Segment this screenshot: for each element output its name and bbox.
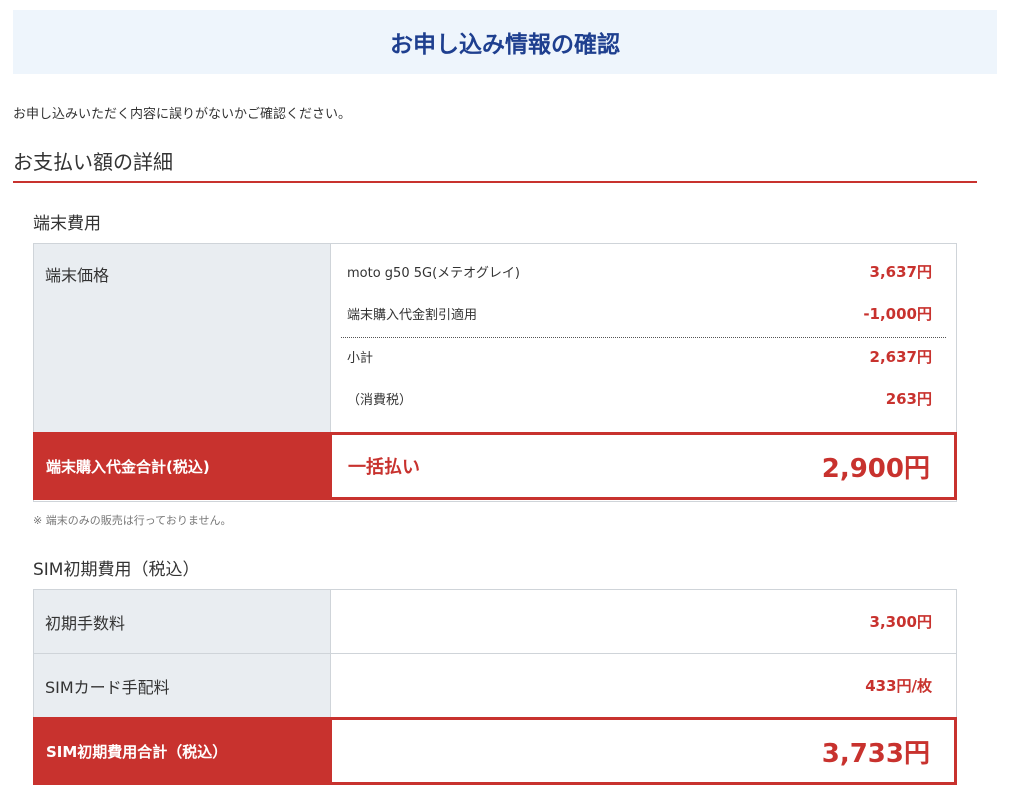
section-divider [13,181,977,183]
sim-total-label: SIM初期費用合計（税込） [36,720,332,782]
subtotal-divider [341,337,946,338]
sim-fee-row: 初期手数料 3,300円 [34,590,956,654]
sim-cost-table: 初期手数料 3,300円 SIMカード手配料 433円/枚 SIM初期費用合計（… [33,589,957,785]
section-heading-payment-details: お支払い額の詳細 [13,150,173,174]
sim-total-value: 3,733円 [332,720,954,782]
page-title: お申し込み情報の確認 [390,32,620,58]
sim-total-amount: 3,733円 [821,738,930,769]
price-line-subtotal: 小計 2,637円 [347,346,932,367]
device-total-label: 端末購入代金合計(税込) [36,435,332,497]
initial-fee-value-cell: 3,300円 [331,590,956,653]
sim-card-fee-label: SIMカード手配料 [34,654,331,717]
tax-label: （消費税） [347,393,413,408]
device-total-amount: 2,900円 [821,453,930,484]
discount-price: -1,000円 [863,305,932,323]
payment-method: 一括払い [348,457,420,478]
device-total-row: 端末購入代金合計(税込) 一括払い 2,900円 [33,432,957,500]
application-confirmation-page: お申し込み情報の確認 お申し込みいただく内容に誤りがないかご確認ください。 お支… [0,0,1017,806]
device-price-breakdown: moto g50 5G(メテオグレイ) 3,637円 端末購入代金割引適用 -1… [331,244,956,432]
discount-name: 端末購入代金割引適用 [347,308,478,323]
sim-card-fee-value-cell: 433円/枚 [331,654,956,717]
device-cost-heading: 端末費用 [33,214,101,234]
intro-text: お申し込みいただく内容に誤りがないかご確認ください。 [13,107,352,122]
initial-fee-label: 初期手数料 [34,590,331,653]
device-model-price: 3,637円 [869,263,932,281]
subtotal-price: 2,637円 [869,348,932,366]
device-model-name: moto g50 5G(メテオグレイ) [347,266,520,281]
price-line-device: moto g50 5G(メテオグレイ) 3,637円 [347,261,932,282]
device-cost-table: 端末価格 moto g50 5G(メテオグレイ) 3,637円 端末購入代金割引… [33,243,957,502]
sim-cost-heading: SIM初期費用（税込） [33,560,200,580]
page-title-bar: お申し込み情報の確認 [13,10,997,74]
sim-card-fee-value: 433円/枚 [865,677,932,695]
subtotal-label: 小計 [347,351,374,366]
device-price-label: 端末価格 [34,244,331,432]
sim-card-fee-row: SIMカード手配料 433円/枚 [34,654,956,717]
device-total-value: 一括払い 2,900円 [332,435,954,497]
initial-fee-value: 3,300円 [869,613,932,631]
device-price-row: 端末価格 moto g50 5G(メテオグレイ) 3,637円 端末購入代金割引… [34,244,956,432]
price-line-tax: （消費税） 263円 [347,388,932,409]
sim-total-row: SIM初期費用合計（税込） 3,733円 [33,717,957,785]
device-note: ※ 端末のみの販売は行っておりません。 [33,514,232,527]
price-line-discount: 端末購入代金割引適用 -1,000円 [347,303,932,324]
tax-price: 263円 [885,390,932,408]
